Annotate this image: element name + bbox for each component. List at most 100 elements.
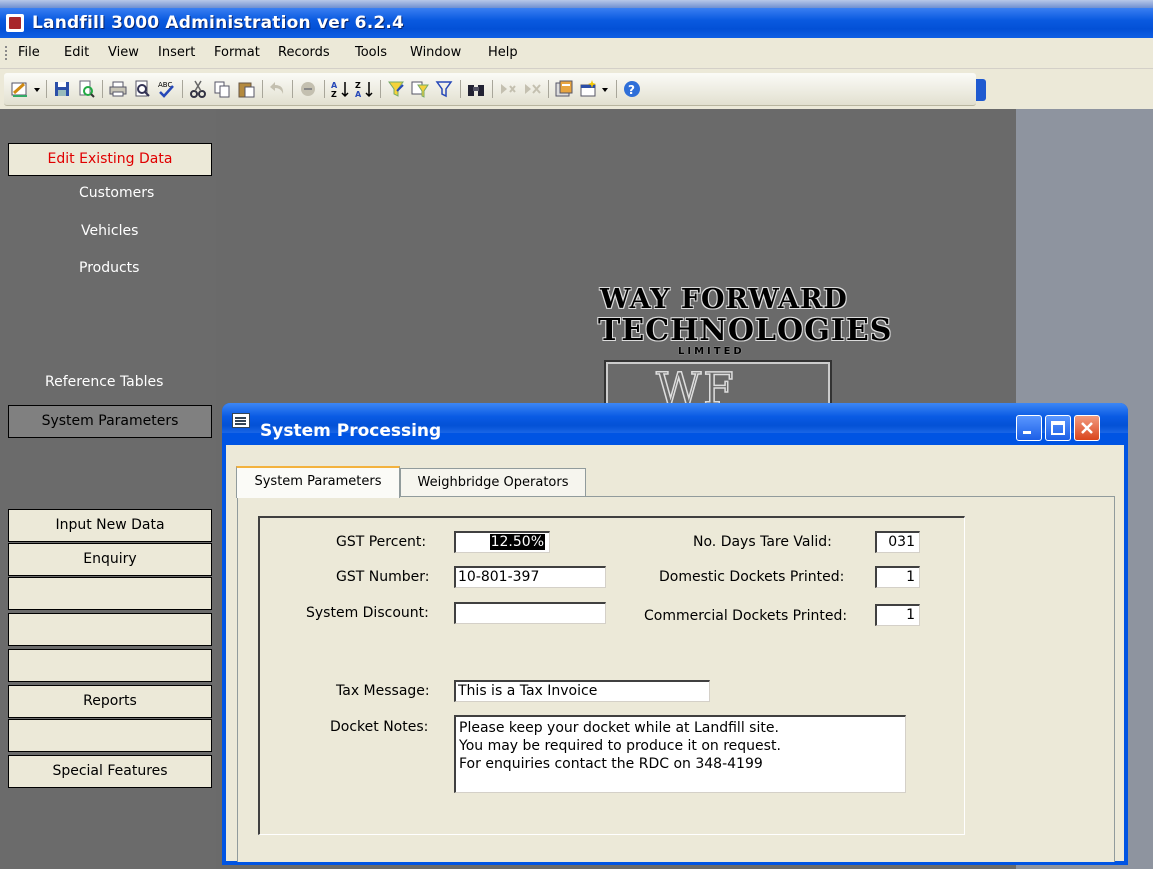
reference-tables-link[interactable]: Reference Tables [45,374,163,390]
dropdown-arrow-icon[interactable] [600,79,610,99]
docket-notes-line: You may be required to produce it on req… [459,738,781,754]
company-logo-line1: WAY FORWARD [600,284,848,315]
blank-button[interactable] [8,719,212,752]
edit-existing-data-button[interactable]: Edit Existing Data [8,143,212,176]
dialog-title: System Processing [260,421,442,441]
tax-message-label: Tax Message: [336,683,430,699]
system-discount-field[interactable] [454,602,606,624]
domestic-dockets-label: Domestic Dockets Printed: [659,569,845,585]
close-button[interactable] [1074,415,1100,441]
menu-insert[interactable]: Insert [158,45,195,60]
apply-filter-icon[interactable] [434,79,454,99]
blank-button[interactable] [8,649,212,682]
menu-edit[interactable]: Edit [64,45,89,60]
enquiry-button[interactable]: Enquiry [8,543,212,576]
menu-records[interactable]: Records [278,45,330,60]
new-record-icon[interactable] [498,79,518,99]
blank-button[interactable] [8,613,212,646]
cut-icon[interactable] [188,79,208,99]
toolbar: ABC AZ ZA ? [0,69,1153,109]
days-tare-valid-label: No. Days Tare Valid: [693,534,832,550]
company-logo-line2: TECHNOLOGIES [598,313,893,348]
system-discount-label: System Discount: [306,605,429,621]
undo-icon[interactable] [268,79,288,99]
blank-button[interactable] [8,577,212,610]
commercial-dockets-field[interactable]: 1 [875,604,920,626]
access-app-icon[interactable] [6,14,24,32]
toolbar-separator [46,80,47,98]
toolbar-separator [102,80,103,98]
dropdown-arrow-icon[interactable] [32,79,42,99]
minimize-button[interactable] [1016,415,1042,441]
gst-percent-value: 12.50% [489,534,545,550]
toolbar-separator [182,80,183,98]
dialog-title-bar[interactable]: System Processing [222,403,1128,441]
menu-view[interactable]: View [108,45,139,60]
menu-grip-handle[interactable] [5,46,9,60]
spelling-icon[interactable]: ABC [156,79,176,99]
database-window-icon[interactable] [554,79,574,99]
menu-file[interactable]: File [18,45,40,60]
special-features-button[interactable]: Special Features [8,755,212,788]
toolbar-separator [492,80,493,98]
customers-link[interactable]: Customers [79,185,154,201]
hyperlink-icon[interactable] [298,79,318,99]
menu-format[interactable]: Format [214,45,260,60]
app-title-bar[interactable]: Landfill 3000 Administration ver 6.2.4 [0,8,1153,38]
toolbar-separator [324,80,325,98]
svg-text:Z: Z [355,81,361,90]
file-search-icon[interactable] [76,79,96,99]
menu-tools[interactable]: Tools [355,45,387,60]
toolbar-separator [292,80,293,98]
gst-number-label: GST Number: [336,569,430,585]
tab-system-parameters[interactable]: System Parameters [236,466,400,498]
toolbar-options-button[interactable] [976,79,986,101]
copy-icon[interactable] [212,79,232,99]
design-view-icon[interactable] [10,79,30,99]
toolbar-strip: ABC AZ ZA ? [4,73,976,106]
system-parameters-button[interactable]: System Parameters [8,405,212,438]
filter-by-form-icon[interactable] [410,79,430,99]
tab-weighbridge-operators[interactable]: Weighbridge Operators [400,468,586,496]
domestic-dockets-field[interactable]: 1 [875,566,920,588]
tax-message-field[interactable]: This is a Tax Invoice [454,680,710,702]
docket-notes-field[interactable]: Please keep your docket while at Landfil… [454,715,906,793]
gst-percent-field[interactable]: 12.50% [454,531,550,553]
menu-help[interactable]: Help [488,45,518,60]
sort-descending-icon[interactable]: ZA [354,79,374,99]
form-icon[interactable] [232,413,250,428]
delete-record-icon[interactable] [522,79,542,99]
paste-icon[interactable] [236,79,256,99]
toolbar-separator [616,80,617,98]
reports-button[interactable]: Reports [8,685,212,718]
menu-window[interactable]: Window [410,45,461,60]
sort-ascending-icon[interactable]: AZ [330,79,350,99]
app-title: Landfill 3000 Administration ver 6.2.4 [32,13,405,33]
input-new-data-button[interactable]: Input New Data [8,509,212,542]
print-icon[interactable] [108,79,128,99]
commercial-dockets-label: Commercial Dockets Printed: [644,608,848,624]
toolbar-separator [262,80,263,98]
gst-percent-label: GST Percent: [336,534,427,550]
svg-text:A: A [331,81,338,90]
gst-number-field[interactable]: 10-801-397 [454,566,606,588]
vehicles-link[interactable]: Vehicles [81,223,138,239]
find-icon[interactable] [466,79,486,99]
print-preview-icon[interactable] [132,79,152,99]
toolbar-separator [548,80,549,98]
toolbar-separator [460,80,461,98]
menu-bar: File Edit View Insert Format Records Too… [0,38,1153,69]
products-link[interactable]: Products [79,260,139,276]
svg-text:?: ? [628,83,635,97]
days-tare-valid-field[interactable]: 031 [875,531,920,553]
help-icon[interactable]: ? [622,79,642,99]
docket-notes-line: Please keep your docket while at Landfil… [459,720,779,736]
filter-by-selection-icon[interactable] [386,79,406,99]
docket-notes-label: Docket Notes: [330,719,429,735]
svg-text:Z: Z [331,90,337,99]
maximize-button[interactable] [1045,415,1071,441]
company-logo-line3: LIMITED [678,346,745,357]
close-icon [1081,422,1093,434]
new-object-icon[interactable] [578,79,598,99]
save-icon[interactable] [52,79,72,99]
